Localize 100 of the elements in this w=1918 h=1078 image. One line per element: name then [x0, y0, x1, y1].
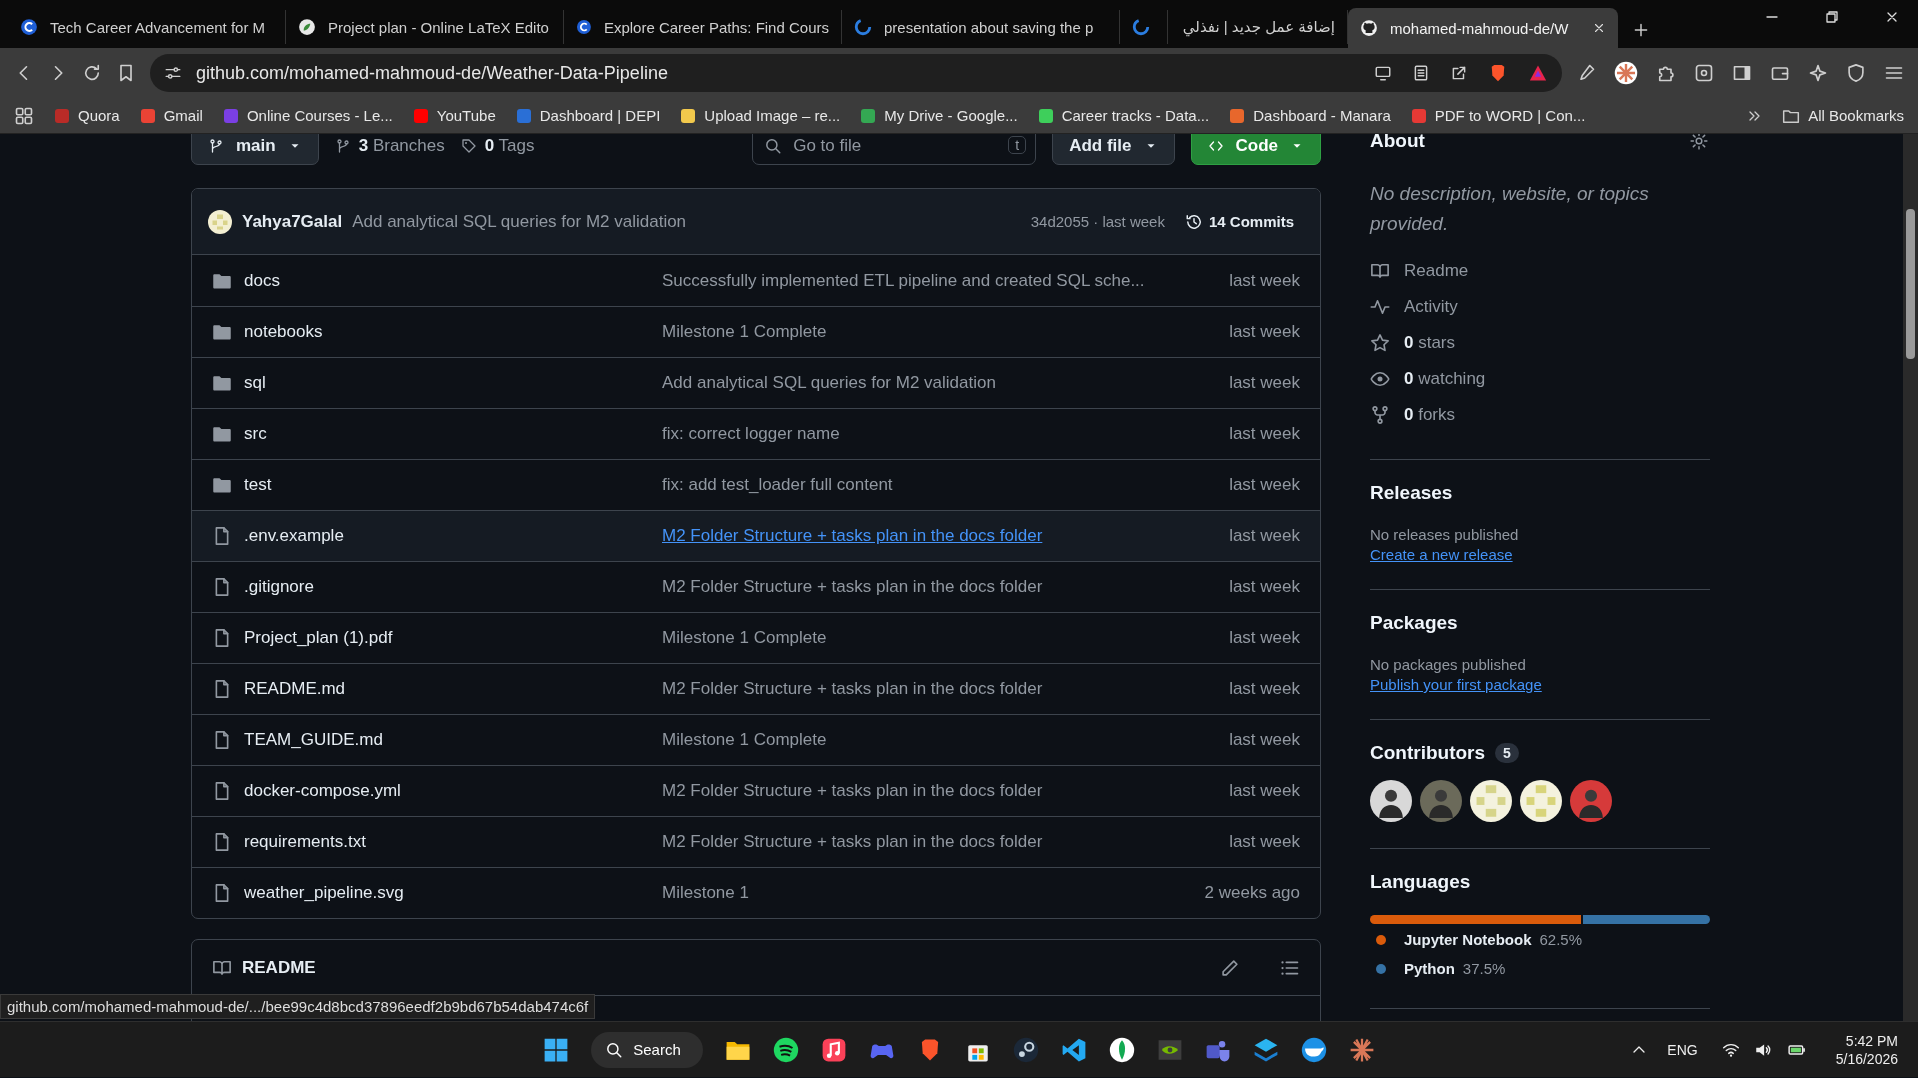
bookmark-link[interactable]: YouTube — [412, 107, 496, 124]
folder-name-link[interactable]: test — [244, 475, 272, 495]
stat-link[interactable]: Readme — [1370, 253, 1469, 289]
scrollbar[interactable] — [1903, 134, 1918, 1021]
browser-tab[interactable]: Tech Career Advancement for M — [8, 10, 286, 44]
branch-button[interactable]: main — [191, 134, 319, 165]
settings-icon[interactable] — [1690, 134, 1708, 150]
tags-link[interactable]: 0 Tags — [460, 136, 535, 156]
bookmark-link[interactable]: Career tracks - Data... — [1037, 107, 1210, 124]
bookmark-link[interactable]: My Drive - Google... — [860, 107, 1018, 124]
address-field[interactable]: github.com/mohamed-mahmoud-de/Weather-Data-Pipeline — [150, 54, 1562, 92]
file-row[interactable]: .gitignore M2 Folder Structure + tasks plan in the docs folder last week — [192, 561, 1320, 612]
commit-message[interactable]: Add analytical SQL queries for M2 validation — [352, 211, 687, 232]
language-name[interactable]: Jupyter Notebook — [1404, 931, 1532, 948]
branches-link[interactable]: 3 Branches — [334, 136, 445, 156]
commit-author[interactable]: Yahya7Galal — [242, 211, 343, 232]
file-row[interactable]: README.md M2 Folder Structure + tasks plan in the docs folder last week — [192, 663, 1320, 714]
stat-link[interactable]: 0 watching — [1370, 361, 1486, 397]
commit-message-link[interactable]: M2 Folder Structure + tasks plan in the docs folder — [662, 679, 1043, 698]
bookmark-link[interactable]: Online Courses - Le... — [222, 107, 393, 124]
browser-tab[interactable]: Explore Career Paths: Find Cours — [564, 10, 842, 44]
sidebar-icon[interactable] — [1732, 63, 1752, 83]
create-link[interactable]: Publish your first package — [1370, 676, 1542, 693]
sparkle-icon[interactable] — [1808, 63, 1828, 83]
file-name-link[interactable]: .gitignore — [244, 577, 314, 597]
commit-message-link[interactable]: fix: add test_loader full content — [662, 475, 893, 494]
triangle-icon[interactable] — [1528, 63, 1548, 83]
shield-icon[interactable] — [1846, 63, 1866, 83]
bookmark-link[interactable]: Gmail — [139, 107, 203, 124]
file-name-link[interactable]: weather_pipeline.svg — [244, 883, 404, 903]
starburst-icon[interactable] — [1614, 61, 1638, 85]
file-row[interactable]: docs Successfully implemented ETL pipeline and created SQL sche... last week — [192, 255, 1320, 306]
commit-message-link[interactable]: M2 Folder Structure + tasks plan in the docs folder — [662, 781, 1043, 800]
language-indicator[interactable]: ENG — [1667, 1041, 1698, 1058]
commit-message-link[interactable]: Successfully implemented ETL pipeline and created SQL sche... — [662, 270, 1145, 290]
bookmark-link[interactable]: Upload Image – re... — [680, 107, 841, 124]
capture-icon[interactable] — [1694, 63, 1714, 83]
avatar[interactable] — [1370, 780, 1412, 822]
identicon-avatar[interactable] — [1470, 780, 1512, 822]
commit-message-link[interactable]: Add analytical SQL queries for M2 validation — [662, 373, 996, 392]
folder-name-link[interactable]: src — [244, 424, 267, 444]
site-settings-icon[interactable] — [164, 64, 182, 82]
commits-link[interactable]: 14 Commits — [1184, 212, 1294, 231]
close-icon[interactable] — [1592, 21, 1606, 35]
apps-grid-icon[interactable] — [14, 105, 34, 126]
browser-tab[interactable]: presentation about saving the p — [842, 10, 1120, 44]
file-row[interactable]: docker-compose.yml M2 Folder Structure + tasks plan in the docs folder last week — [192, 765, 1320, 816]
browser-tab[interactable]: Project plan - Online LaTeX Edito — [286, 10, 564, 44]
create-link[interactable]: Create a new release — [1370, 546, 1513, 563]
stat-link[interactable]: Activity — [1370, 289, 1458, 325]
disc-icon[interactable] — [1012, 1036, 1039, 1063]
commit-message-link[interactable]: M2 Folder Structure + tasks plan in the docs folder — [662, 526, 1043, 545]
file-row[interactable]: src fix: correct logger name last week — [192, 408, 1320, 459]
add-file-button[interactable]: Add file — [1052, 134, 1175, 165]
file-name-link[interactable]: Project_plan (1).pdf — [244, 628, 393, 648]
file-row[interactable]: requirements.txt M2 Folder Structure + tasks plan in the docs folder last week — [192, 816, 1320, 867]
commit-message-link[interactable]: M2 Folder Structure + tasks plan in the docs folder — [662, 832, 1043, 851]
code-button[interactable]: Code — [1190, 134, 1321, 165]
commit-message-link[interactable]: Milestone 1 — [662, 883, 749, 902]
file-row[interactable]: Project_plan (1).pdf Milestone 1 Complete last week — [192, 612, 1320, 663]
restore-icon[interactable] — [1824, 9, 1840, 25]
commit-message-link[interactable]: Milestone 1 Complete — [662, 730, 827, 749]
pencil-icon[interactable] — [1220, 957, 1240, 978]
file-row[interactable]: notebooks Milestone 1 Complete last week — [192, 306, 1320, 357]
folder-name-link[interactable]: sql — [244, 373, 266, 393]
commit-message-link[interactable]: M2 Folder Structure + tasks plan in the docs folder — [662, 577, 1043, 596]
music-note-icon[interactable] — [820, 1036, 847, 1063]
reader-icon[interactable] — [1412, 64, 1430, 82]
new-tab-icon[interactable] — [1632, 21, 1650, 39]
file-name-link[interactable]: docker-compose.yml — [244, 781, 401, 801]
file-name-link[interactable]: README.md — [244, 679, 346, 699]
bookmark-link[interactable]: Dashboard - Manara — [1229, 107, 1391, 124]
reload-icon[interactable] — [82, 63, 102, 83]
commit-message-link[interactable]: Milestone 1 Complete — [662, 628, 827, 647]
sound-waves-icon[interactable] — [772, 1036, 799, 1063]
bookmark-link[interactable]: Quora — [54, 107, 120, 124]
scrollbar-thumb[interactable] — [1906, 209, 1915, 359]
file-row[interactable]: sql Add analytical SQL queries for M2 validation last week — [192, 357, 1320, 408]
code-editor-icon[interactable] — [1060, 1036, 1087, 1063]
share-icon[interactable] — [1450, 64, 1468, 82]
commit-message-link[interactable]: Milestone 1 Complete — [662, 322, 827, 341]
bookmark-link[interactable]: All Bookmarks — [1782, 106, 1904, 125]
cast-icon[interactable] — [1374, 64, 1392, 82]
browser-tab[interactable]: mohamed-mahmoud-de/W — [1348, 8, 1618, 48]
file-row[interactable]: .env.example M2 Folder Structure + tasks plan in the docs folder last week — [192, 510, 1320, 561]
stat-link[interactable]: 0 stars — [1370, 325, 1456, 361]
windows-logo-icon[interactable] — [543, 1036, 570, 1063]
search-button[interactable]: Search — [591, 1031, 703, 1068]
file-row[interactable]: weather_pipeline.svg Milestone 1 2 weeks ago — [192, 867, 1320, 918]
leaf-icon[interactable] — [1108, 1036, 1135, 1063]
language-name[interactable]: Python — [1404, 960, 1455, 977]
layers-icon[interactable] — [1252, 1036, 1279, 1063]
file-name-link[interactable]: .env.example — [244, 526, 344, 546]
file-name-link[interactable]: requirements.txt — [244, 832, 366, 852]
commit-message-link[interactable]: fix: correct logger name — [662, 424, 840, 443]
stat-link[interactable]: 0 forks — [1370, 397, 1456, 433]
file-name-link[interactable]: TEAM_GUIDE.md — [244, 730, 383, 750]
bookmark-link[interactable]: PDF to WORD | Con... — [1410, 107, 1586, 124]
file-row[interactable]: TEAM_GUIDE.md Milestone 1 Complete last week — [192, 714, 1320, 765]
bookmark-link[interactable]: Dashboard | DEPI — [515, 107, 661, 124]
